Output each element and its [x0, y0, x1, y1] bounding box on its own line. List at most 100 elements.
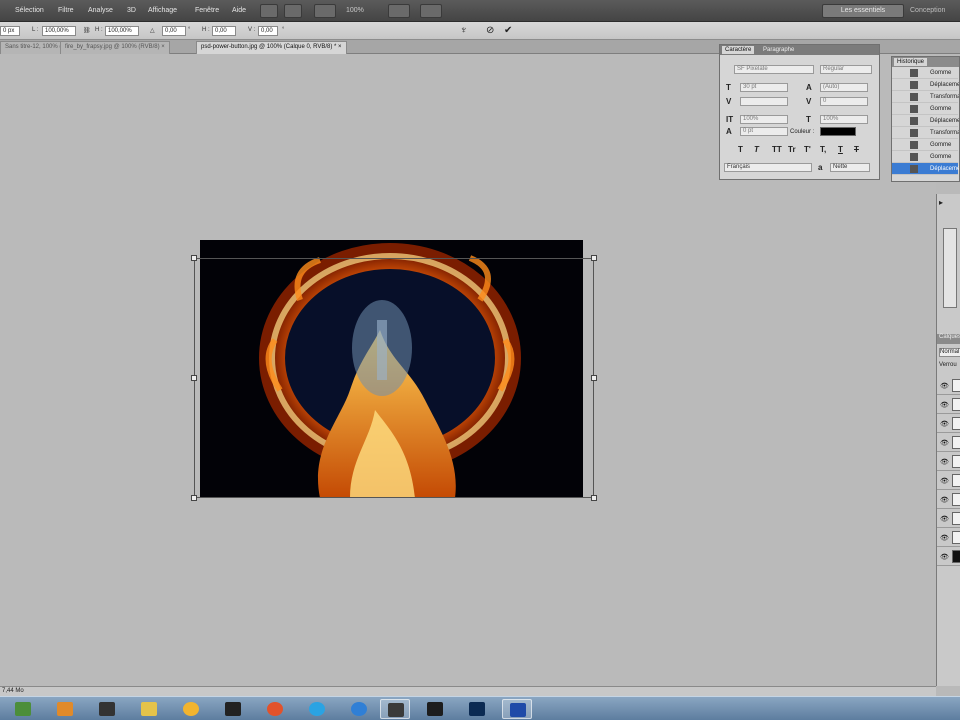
- history-item[interactable]: Gomme: [892, 103, 958, 115]
- style-superscript[interactable]: T': [804, 145, 811, 154]
- eye-icon[interactable]: 👁: [940, 382, 949, 390]
- taskbar-app-steam[interactable]: [380, 699, 410, 719]
- history-item[interactable]: Gomme: [892, 151, 958, 163]
- taskbar-app-9[interactable]: [344, 699, 374, 719]
- taskbar-app-11[interactable]: [420, 699, 450, 719]
- leading-field[interactable]: (Auto): [820, 83, 868, 92]
- menu-window[interactable]: Fenêtre: [195, 7, 219, 14]
- tracking-field[interactable]: 0: [820, 97, 868, 106]
- workspace-design-link[interactable]: Conception: [910, 7, 945, 14]
- font-size-field[interactable]: 30 pt: [740, 83, 788, 92]
- taskbar-app-skype[interactable]: [302, 699, 332, 719]
- eye-icon[interactable]: 👁: [940, 477, 949, 485]
- taskbar-app-13[interactable]: [502, 699, 532, 719]
- menu-analysis[interactable]: Analyse: [88, 7, 113, 14]
- layer-row[interactable]: 👁: [937, 509, 960, 528]
- taskbar-app-4[interactable]: [134, 699, 164, 719]
- font-family-select[interactable]: SF Pixelate: [734, 65, 814, 74]
- history-item[interactable]: Déplacement: [892, 79, 959, 91]
- transform-handle-ml[interactable]: [191, 375, 197, 381]
- height-field[interactable]: 100,00%: [105, 26, 139, 36]
- history-item[interactable]: Déplacement: [892, 163, 959, 175]
- screen-mode-button[interactable]: [388, 4, 410, 18]
- baseline-shift-field[interactable]: 0 pt: [740, 127, 788, 136]
- menu-filter[interactable]: Filtre: [58, 7, 74, 14]
- arrange-button[interactable]: [314, 4, 336, 18]
- angle-field[interactable]: 0,00: [162, 26, 186, 36]
- eye-icon[interactable]: 👁: [940, 553, 949, 561]
- font-style-select[interactable]: Regular: [820, 65, 872, 74]
- link-icon[interactable]: ⛓: [83, 27, 91, 34]
- history-item[interactable]: Gomme: [892, 139, 958, 151]
- blend-mode-select[interactable]: Normal: [939, 348, 960, 357]
- layer-row[interactable]: 👁: [937, 490, 960, 509]
- zoom-level[interactable]: 100%: [346, 7, 364, 14]
- history-item[interactable]: Déplacement: [892, 115, 959, 127]
- taskbar-app-photoshop[interactable]: [462, 699, 492, 719]
- layer-row[interactable]: 👁: [937, 414, 960, 433]
- eye-icon[interactable]: 👁: [940, 401, 949, 409]
- taskbar-app-1[interactable]: [8, 699, 38, 719]
- history-item[interactable]: Transformation: [892, 127, 959, 139]
- transform-handle-bl[interactable]: [191, 495, 197, 501]
- layer-row[interactable]: 👁: [937, 376, 960, 395]
- transform-handle-br[interactable]: [591, 495, 597, 501]
- minibridge-button[interactable]: [284, 4, 302, 18]
- taskbar-app-3[interactable]: [92, 699, 122, 719]
- menu-3d[interactable]: 3D: [127, 7, 136, 14]
- eye-icon[interactable]: 👁: [940, 420, 949, 428]
- taskbar-app-6[interactable]: [218, 699, 248, 719]
- action-list[interactable]: [943, 228, 957, 308]
- transform-handle-tr[interactable]: [591, 255, 597, 261]
- document-image[interactable]: [200, 240, 583, 498]
- menu-selection[interactable]: Sélection: [15, 7, 44, 14]
- eye-icon[interactable]: 👁: [940, 439, 949, 447]
- language-select[interactable]: Français: [724, 163, 812, 172]
- taskbar-app-2[interactable]: [50, 699, 80, 719]
- transform-handle-mr[interactable]: [591, 375, 597, 381]
- history-item[interactable]: Gomme: [892, 67, 958, 79]
- vertical-scale-field[interactable]: 100%: [740, 115, 788, 124]
- layer-row[interactable]: 👁: [937, 547, 960, 566]
- tab-character[interactable]: Caractère: [722, 46, 755, 54]
- layer-row[interactable]: 👁: [937, 471, 960, 490]
- commit-transform-icon[interactable]: ✔: [504, 25, 512, 36]
- menu-view[interactable]: Affichage: [148, 7, 177, 14]
- eye-icon[interactable]: 👁: [940, 458, 949, 466]
- history-item[interactable]: Transformation: [892, 91, 959, 103]
- tab-psd-power-button[interactable]: psd-power-button.jpg @ 100% (Calque 0, R…: [196, 41, 347, 54]
- style-faux-bold[interactable]: T: [738, 145, 743, 154]
- style-faux-italic[interactable]: T: [754, 145, 759, 154]
- kerning-field[interactable]: [740, 97, 788, 106]
- layer-row[interactable]: 👁: [937, 528, 960, 547]
- width-field[interactable]: 100,00%: [42, 26, 76, 36]
- style-strikethrough[interactable]: T: [854, 145, 859, 154]
- menu-help[interactable]: Aide: [232, 7, 246, 14]
- layer-row[interactable]: 👁: [937, 433, 960, 452]
- text-color-swatch[interactable]: [820, 127, 856, 136]
- vskew-field[interactable]: 0,00: [258, 26, 278, 36]
- taskbar-app-5[interactable]: [176, 699, 206, 719]
- tab-paragraph[interactable]: Paragraphe: [760, 46, 797, 54]
- style-underline[interactable]: T: [838, 145, 843, 154]
- warp-icon[interactable]: ♆: [460, 25, 468, 36]
- style-all-caps[interactable]: TT: [772, 145, 782, 154]
- layer-row[interactable]: 👁: [937, 452, 960, 471]
- antialias-select[interactable]: Nette: [830, 163, 870, 172]
- x-field[interactable]: 0 px: [0, 26, 20, 36]
- style-small-caps[interactable]: Tr: [788, 145, 796, 154]
- transform-handle-tl[interactable]: [191, 255, 197, 261]
- eye-icon[interactable]: 👁: [940, 534, 949, 542]
- horizontal-scale-field[interactable]: 100%: [820, 115, 868, 124]
- taskbar-app-7[interactable]: [260, 699, 290, 719]
- bridge-button[interactable]: [260, 4, 278, 18]
- workspace-essentials-button[interactable]: Les essentiels: [822, 4, 904, 18]
- layer-row[interactable]: 👁: [937, 395, 960, 414]
- cancel-transform-icon[interactable]: ⊘: [486, 25, 494, 36]
- eye-icon[interactable]: 👁: [940, 496, 949, 504]
- hskew-field[interactable]: 0,00: [212, 26, 236, 36]
- eye-icon[interactable]: 👁: [940, 515, 949, 523]
- tab-fire-by-frapsy[interactable]: fire_by_frapsy.jpg @ 100% (RVB/8) ×: [60, 41, 170, 54]
- style-subscript[interactable]: T,: [820, 145, 826, 154]
- extras-button[interactable]: [420, 4, 442, 18]
